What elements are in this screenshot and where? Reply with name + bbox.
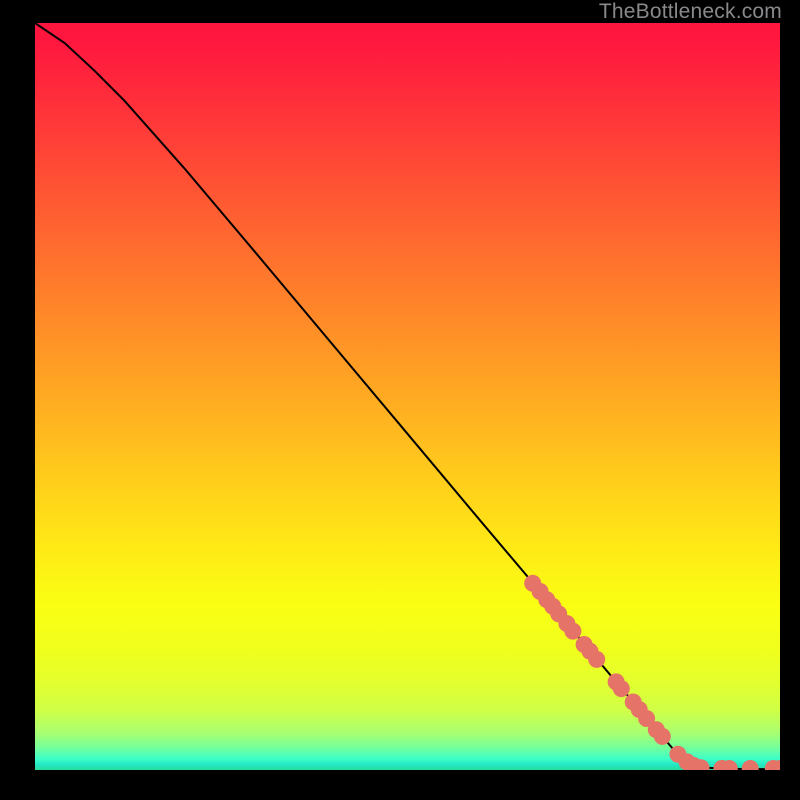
data-dot (524, 575, 541, 592)
plot-area (35, 23, 780, 770)
data-dot (669, 746, 686, 763)
data-dot (648, 721, 665, 738)
data-dot (713, 760, 730, 770)
data-dot (685, 757, 702, 770)
main-curve (35, 23, 780, 769)
data-dot (576, 636, 593, 653)
data-dot (550, 605, 567, 622)
data-dot (608, 673, 625, 690)
data-dot (638, 710, 655, 727)
watermark-text: TheBottleneck.com (599, 0, 782, 24)
data-dot (538, 591, 555, 608)
data-dot (772, 760, 781, 770)
data-dot (721, 760, 738, 770)
data-dot (654, 728, 671, 745)
dot-layer (524, 575, 780, 770)
data-dot (558, 615, 575, 632)
data-dot (544, 598, 561, 615)
data-dot (678, 753, 695, 770)
data-dot (613, 680, 630, 697)
data-dot (532, 583, 549, 600)
chart-svg (35, 23, 780, 770)
data-dot (588, 651, 605, 668)
data-dot (742, 760, 759, 770)
data-dot (582, 643, 599, 660)
data-dot (693, 759, 710, 770)
data-dot (564, 623, 581, 640)
data-dot (625, 694, 642, 711)
chart-stage: TheBottleneck.com (0, 0, 800, 800)
data-dot (765, 760, 780, 770)
data-dot (631, 701, 648, 718)
